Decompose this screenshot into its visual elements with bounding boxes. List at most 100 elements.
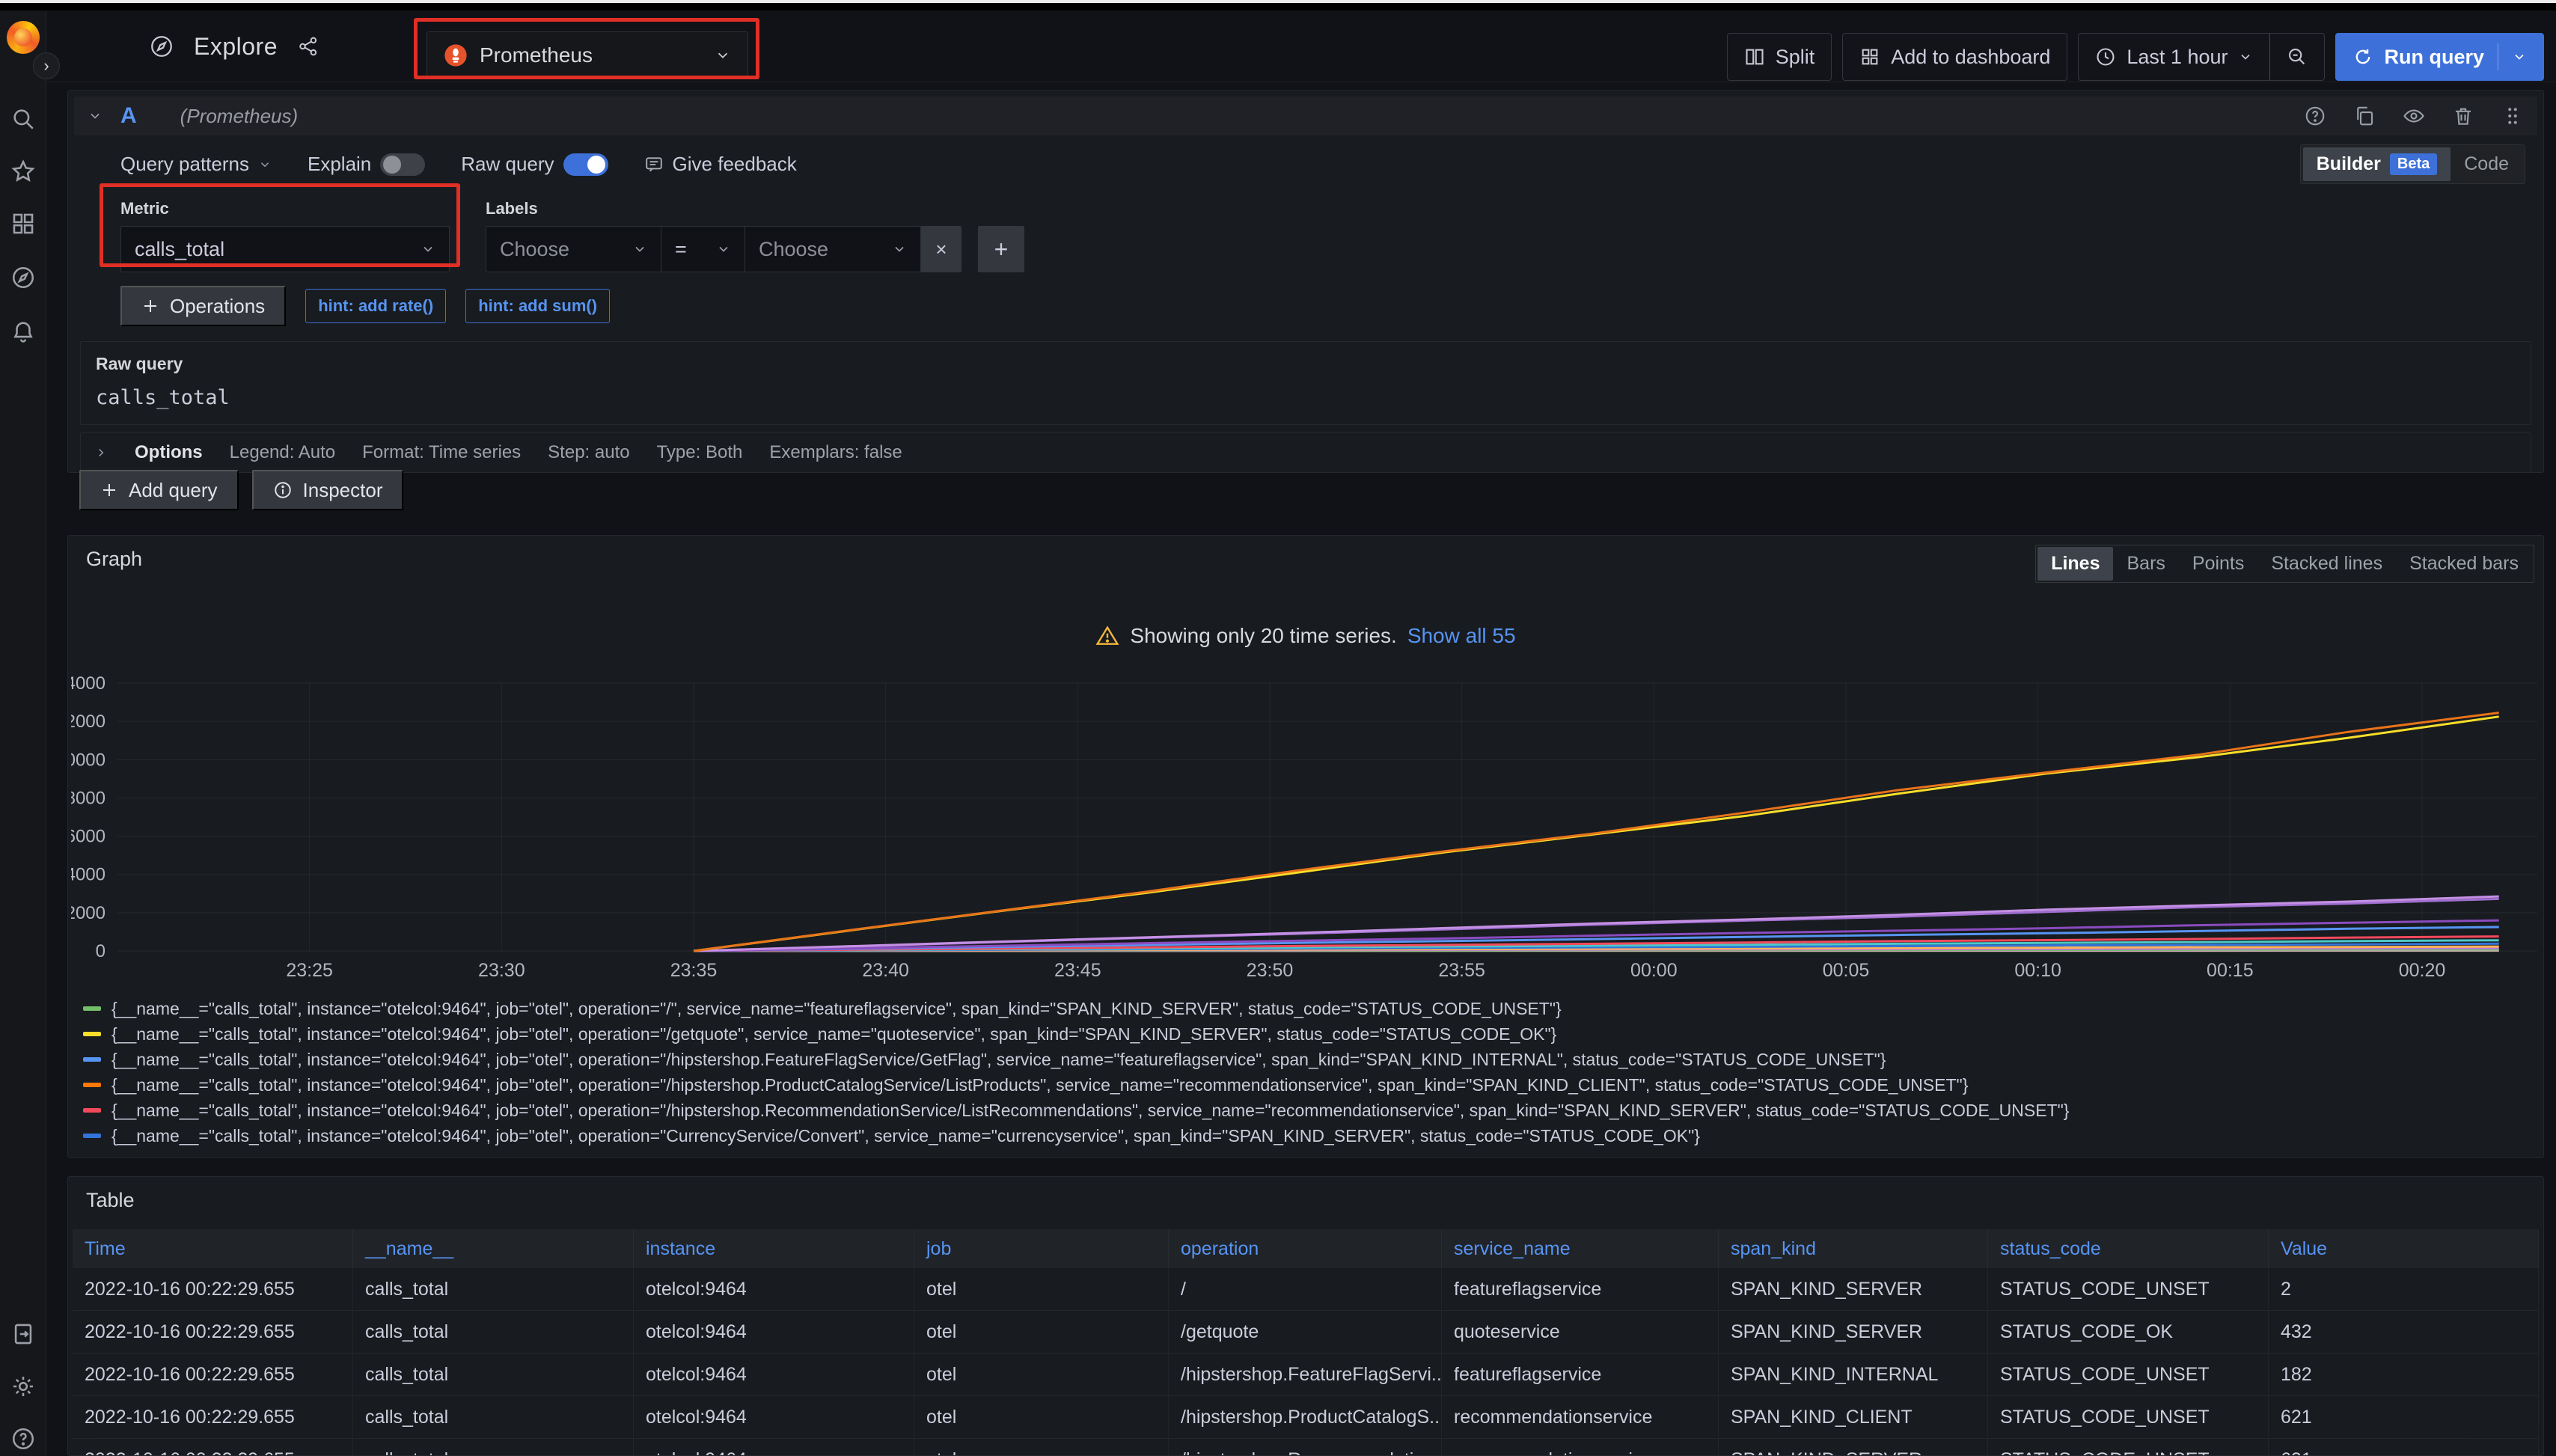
raw-query-toggle-item: Raw query: [461, 153, 608, 176]
column-header-operation[interactable]: operation: [1169, 1229, 1442, 1268]
graph-mode-stacked-bars[interactable]: Stacked bars: [2396, 547, 2532, 581]
graph-canvas[interactable]: 0200040006000800010000120001400023:2523:…: [71, 674, 2540, 982]
metric-labels-row: Metric calls_total Labels Choose = Choos…: [120, 199, 2525, 272]
duplicate-icon[interactable]: [2353, 105, 2376, 127]
raw-query-preview: Raw query calls_total: [80, 341, 2531, 425]
svg-text:23:35: 23:35: [670, 960, 718, 981]
table-row: 2022-10-16 00:22:29.655calls_totalotelco…: [73, 1396, 2539, 1439]
graph-mode-stacked-lines[interactable]: Stacked lines: [2257, 547, 2396, 581]
legend-item[interactable]: {__name__="calls_total", instance="otelc…: [83, 1047, 2536, 1072]
add-operation-button[interactable]: Operations: [120, 286, 286, 326]
column-header---name--[interactable]: __name__: [353, 1229, 634, 1268]
datasource-picker[interactable]: Prometheus: [426, 31, 748, 79]
graph-mode-group: LinesBarsPointsStacked linesStacked bars: [2035, 545, 2534, 583]
column-header-status-code[interactable]: status_code: [1988, 1229, 2269, 1268]
legend-item[interactable]: {__name__="calls_total", instance="otelc…: [83, 996, 2536, 1021]
give-feedback-link[interactable]: Give feedback: [644, 153, 797, 176]
inspector-button[interactable]: Inspector: [252, 470, 404, 510]
hint-add-sum-button[interactable]: hint: add sum(): [465, 289, 610, 323]
legend-item-partial[interactable]: {__name__="calls_total", instance="otelc…: [83, 1148, 2536, 1154]
zoom-out-button[interactable]: [2269, 33, 2325, 81]
table-cell: SPAN_KIND_SERVER: [1719, 1268, 1988, 1311]
svg-text:14000: 14000: [71, 674, 106, 694]
explain-toggle[interactable]: [380, 153, 425, 176]
legend-series-label: {__name__="calls_total", instance="otelc…: [111, 1075, 1968, 1095]
hide-response-eye-icon[interactable]: [2403, 105, 2425, 127]
remove-label-filter-button[interactable]: ×: [921, 226, 961, 272]
expand-sidebar-button[interactable]: ›: [33, 52, 60, 79]
builder-mode-button[interactable]: Builder Beta: [2303, 147, 2450, 181]
grafana-logo[interactable]: [7, 21, 40, 54]
add-query-button[interactable]: Add query: [79, 470, 239, 510]
remove-query-trash-icon[interactable]: [2452, 105, 2474, 127]
graph-mode-points[interactable]: Points: [2179, 547, 2257, 581]
time-range-button[interactable]: Last 1 hour: [2078, 33, 2270, 81]
chevron-down-icon[interactable]: [2512, 49, 2527, 64]
graph-mode-lines[interactable]: Lines: [2037, 547, 2113, 581]
metric-select[interactable]: calls_total: [120, 226, 450, 272]
label-operator-select[interactable]: =: [661, 226, 745, 272]
table-cell: 621: [2269, 1439, 2539, 1456]
hint-add-rate-button[interactable]: hint: add rate(): [305, 289, 446, 323]
options-legend: Legend: Auto: [230, 442, 335, 463]
starred-icon[interactable]: [10, 159, 36, 184]
chevron-down-icon: [715, 47, 731, 64]
raw-query-preview-label: Raw query: [96, 354, 2516, 374]
add-to-dashboard-button[interactable]: Add to dashboard: [1842, 33, 2067, 81]
column-header-value[interactable]: Value: [2269, 1229, 2539, 1268]
legend-item[interactable]: {__name__="calls_total", instance="otelc…: [83, 1072, 2536, 1098]
svg-text:10000: 10000: [71, 750, 106, 770]
column-header-time[interactable]: Time: [73, 1229, 353, 1268]
raw-query-expression: calls_total: [96, 386, 2516, 409]
column-header-instance[interactable]: instance: [634, 1229, 914, 1268]
table-cell: otelcol:9464: [634, 1353, 914, 1396]
svg-text:12000: 12000: [71, 712, 106, 732]
dashboards-icon[interactable]: [10, 211, 36, 236]
query-patterns-dropdown[interactable]: Query patterns: [120, 153, 272, 176]
table-row: 2022-10-16 00:22:29.655calls_totalotelco…: [73, 1439, 2539, 1456]
collapse-chevron-icon[interactable]: [88, 108, 103, 123]
raw-query-toggle[interactable]: [563, 153, 608, 176]
table-cell: STATUS_CODE_UNSET: [1988, 1396, 2269, 1439]
legend-series-label: {__name__="calls_total", instance="otelc…: [111, 1050, 1886, 1070]
split-icon: [1744, 46, 1765, 67]
column-header-service-name[interactable]: service_name: [1442, 1229, 1719, 1268]
query-row-header[interactable]: A (Prometheus): [74, 97, 2537, 135]
label-key-select[interactable]: Choose: [486, 226, 661, 272]
split-button[interactable]: Split: [1727, 33, 1832, 81]
search-icon[interactable]: [10, 106, 36, 132]
help-icon[interactable]: [10, 1426, 36, 1452]
help-circle-icon[interactable]: [2304, 105, 2326, 127]
show-all-series-link[interactable]: Show all 55: [1407, 624, 1516, 648]
share-icon[interactable]: [297, 35, 320, 58]
code-mode-button[interactable]: Code: [2450, 147, 2522, 181]
warning-text: Showing only 20 time series.: [1130, 624, 1396, 648]
options-summary-row[interactable]: Options Legend: Auto Format: Time series…: [80, 432, 2531, 473]
add-label-filter-button[interactable]: +: [978, 226, 1024, 272]
alerting-icon[interactable]: [10, 319, 36, 344]
explain-label: Explain: [308, 153, 371, 176]
sign-in-icon[interactable]: [10, 1321, 36, 1347]
zoom-out-icon: [2287, 46, 2308, 67]
column-header-job[interactable]: job: [914, 1229, 1169, 1268]
run-query-button[interactable]: Run query: [2335, 33, 2544, 81]
refresh-icon: [2352, 46, 2373, 67]
results-table: Time__name__instancejoboperationservice_…: [73, 1229, 2539, 1456]
settings-gear-icon[interactable]: [10, 1374, 36, 1399]
column-header-span-kind[interactable]: span_kind: [1719, 1229, 1988, 1268]
legend-item[interactable]: {__name__="calls_total", instance="otelc…: [83, 1021, 2536, 1047]
table-cell: /hipstershop.ProductCatalogS...: [1169, 1396, 1442, 1439]
explain-toggle-item: Explain: [308, 153, 425, 176]
table-cell: calls_total: [353, 1439, 634, 1456]
beta-badge: Beta: [2390, 153, 2437, 175]
query-editor-panel: A (Prometheus) Query patterns Explain Ra…: [67, 90, 2544, 473]
drag-handle-icon[interactable]: [2501, 105, 2524, 127]
label-value-select[interactable]: Choose: [745, 226, 921, 272]
explore-icon[interactable]: [10, 265, 36, 290]
table-cell: SPAN_KIND_INTERNAL: [1719, 1353, 1988, 1396]
graph-mode-bars[interactable]: Bars: [2113, 547, 2178, 581]
table-cell: featureflagservice: [1442, 1268, 1719, 1311]
legend-item[interactable]: {__name__="calls_total", instance="otelc…: [83, 1098, 2536, 1123]
chevron-down-icon: [421, 242, 435, 257]
legend-item[interactable]: {__name__="calls_total", instance="otelc…: [83, 1123, 2536, 1148]
